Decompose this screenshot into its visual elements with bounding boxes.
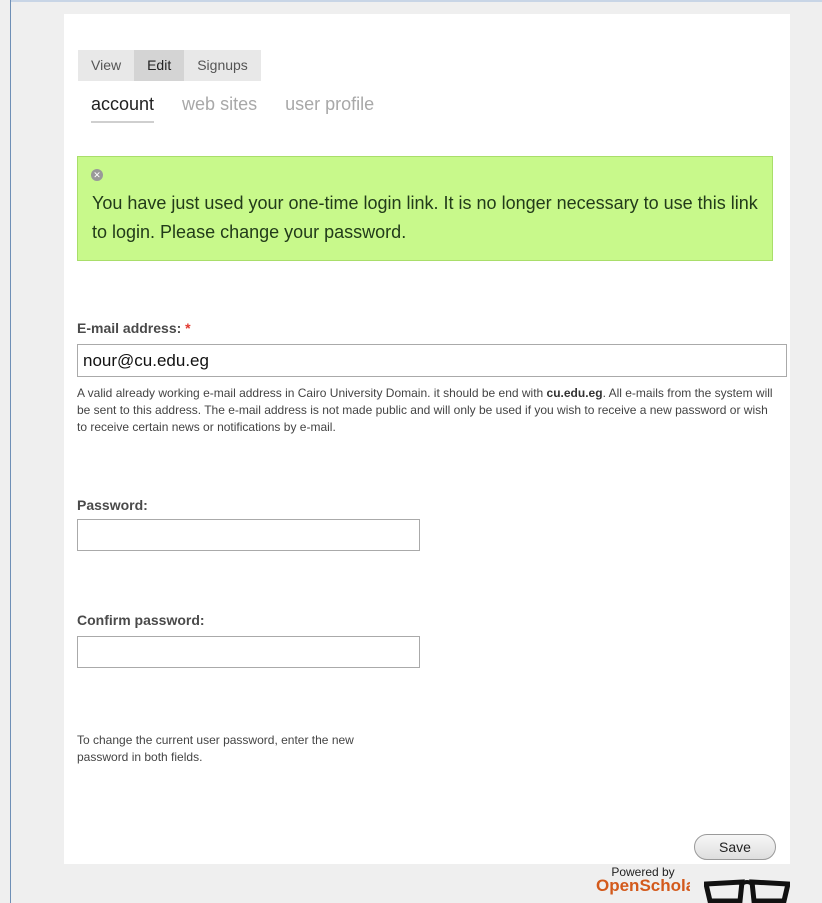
brand-name: OpenScholar [596, 876, 690, 895]
confirm-password-field[interactable] [77, 636, 420, 668]
save-button[interactable]: Save [694, 834, 776, 860]
tab-view[interactable]: View [78, 50, 135, 81]
password-help-text: To change the current user password, ent… [77, 733, 354, 764]
subtab-user-profile[interactable]: user profile [285, 94, 374, 123]
email-help-before: A valid already working e-mail address i… [77, 386, 547, 400]
email-label: E-mail address: * [77, 320, 191, 336]
window-top-border [10, 0, 822, 2]
close-message-icon[interactable]: ✕ [91, 169, 103, 181]
primary-tabs: View Edit Signups [78, 50, 261, 81]
secondary-tabs: account web sites user profile [91, 94, 374, 123]
glasses-icon [704, 879, 790, 903]
required-marker: * [185, 320, 191, 336]
window-left-border [10, 0, 11, 903]
email-label-text: E-mail address: [77, 320, 182, 336]
subtab-account[interactable]: account [91, 94, 155, 123]
email-help-text: A valid already working e-mail address i… [77, 385, 777, 436]
password-label: Password: [77, 497, 148, 513]
powered-by-badge[interactable]: Powered by OpenScholar [596, 866, 690, 903]
confirm-password-label: Confirm password: [77, 612, 205, 628]
email-field[interactable] [77, 344, 787, 377]
account-edit-panel: View Edit Signups account web sites user… [64, 14, 790, 864]
tab-signups[interactable]: Signups [184, 50, 261, 81]
tab-edit[interactable]: Edit [134, 50, 185, 81]
status-message-text: You have just used your one-time login l… [92, 193, 758, 242]
status-message: ✕ You have just used your one-time login… [77, 156, 773, 261]
email-help-domain: cu.edu.eg [546, 386, 603, 400]
password-field[interactable] [77, 519, 420, 551]
subtab-web-sites[interactable]: web sites [182, 94, 257, 123]
